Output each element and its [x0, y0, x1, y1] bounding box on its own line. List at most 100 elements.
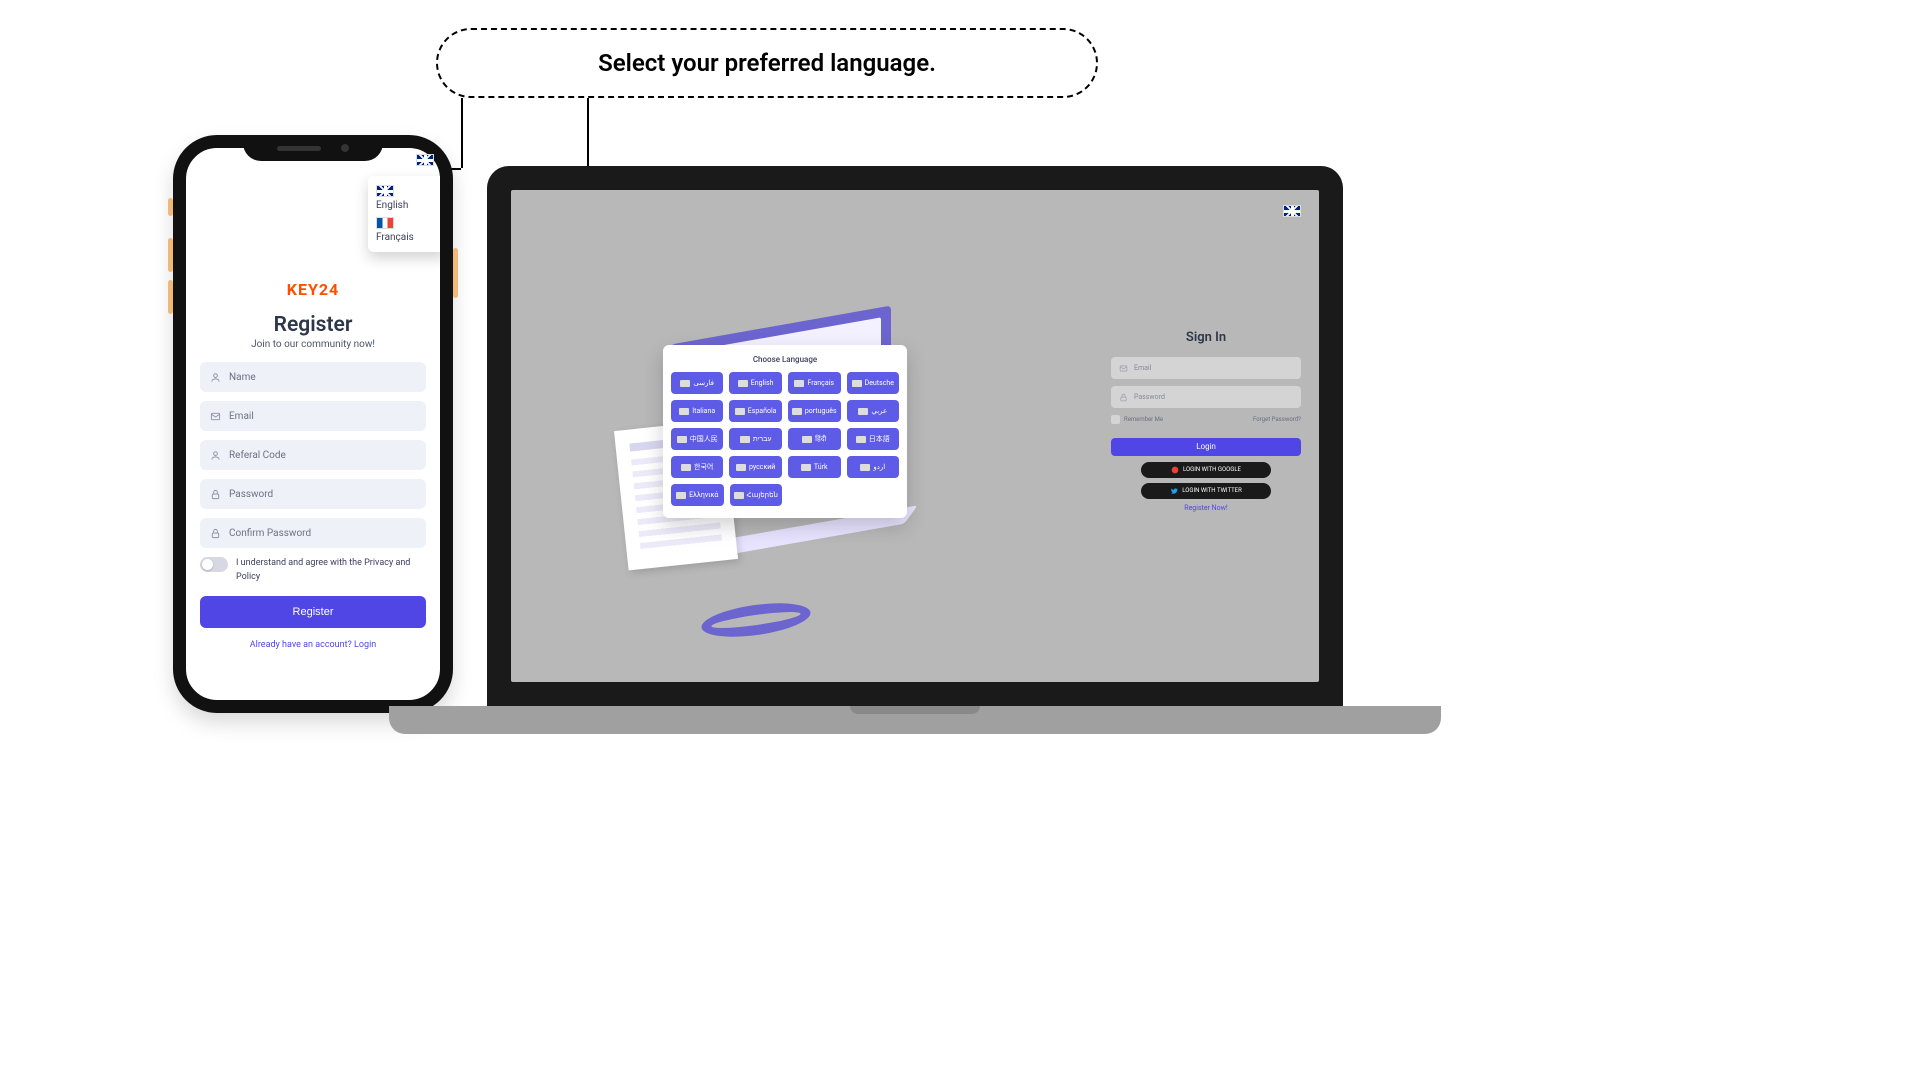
- flag-icon: [794, 380, 804, 387]
- language-option[interactable]: عربي: [847, 400, 899, 422]
- language-option[interactable]: Ελληνικά: [671, 484, 724, 506]
- already-have-account-link[interactable]: Already have an account? Login: [200, 640, 426, 650]
- language-option-english[interactable]: English: [376, 182, 438, 214]
- language-option[interactable]: 中国人民: [671, 428, 723, 450]
- flag-icon: [802, 436, 812, 443]
- choose-language-modal: Choose Language فارسی English Français D…: [663, 345, 907, 518]
- phone-side-button: [453, 248, 458, 298]
- placeholder: Confirm Password: [229, 528, 311, 539]
- language-option[interactable]: Türk: [788, 456, 841, 478]
- login-button[interactable]: Login: [1111, 438, 1301, 456]
- flag-icon: [676, 492, 686, 499]
- connector-line: [461, 98, 463, 168]
- phone-mockup: English Français KEY24 Register Join to …: [173, 135, 453, 713]
- language-option[interactable]: русский: [729, 456, 781, 478]
- language-option[interactable]: Española: [729, 400, 781, 422]
- flag-icon: [736, 464, 746, 471]
- agree-text: I understand and agree with the Privacy …: [236, 557, 426, 584]
- flag-icon: [801, 464, 811, 471]
- language-option[interactable]: Italiana: [671, 400, 723, 422]
- modal-title: Choose Language: [671, 355, 899, 364]
- confirm-password-field[interactable]: Confirm Password: [200, 518, 426, 548]
- flag-icon: [856, 436, 866, 443]
- logo: KEY24: [200, 280, 426, 299]
- flag-icon: [740, 436, 750, 443]
- placeholder: Password: [229, 489, 273, 500]
- flag-icon: [734, 492, 744, 499]
- flag-icon: [738, 380, 748, 387]
- language-option[interactable]: فارسی: [671, 372, 723, 394]
- lock-icon: [210, 528, 221, 539]
- google-icon: [1171, 466, 1179, 474]
- email-field[interactable]: Email: [200, 401, 426, 431]
- language-option[interactable]: 한국어: [671, 456, 723, 478]
- password-field[interactable]: Password: [200, 479, 426, 509]
- flag-icon: [858, 408, 868, 415]
- language-option[interactable]: Français: [788, 372, 841, 394]
- language-option[interactable]: Հայերեն: [730, 484, 783, 506]
- remember-forget-row: Remember Me Forget Password?: [1111, 415, 1301, 424]
- register-now-link[interactable]: Register Now!: [1111, 504, 1301, 512]
- mail-icon: [1119, 364, 1128, 373]
- placeholder: Referal Code: [229, 450, 286, 461]
- flag-icon: [681, 464, 691, 471]
- laptop-frame: Choose Language فارسی English Français D…: [487, 166, 1343, 706]
- language-option[interactable]: português: [788, 400, 841, 422]
- flag-icon: [852, 380, 862, 387]
- uk-flag-icon: [376, 185, 394, 197]
- signin-panel: Sign In Email Password Remember Me Forge…: [1111, 212, 1301, 512]
- language-popover: English Français: [368, 176, 440, 252]
- language-selector[interactable]: [1283, 202, 1301, 221]
- flag-icon: [792, 408, 802, 415]
- flag-icon: [680, 380, 690, 387]
- twitter-icon: [1170, 487, 1178, 495]
- register-title: Register: [200, 313, 426, 337]
- flag-icon: [735, 408, 745, 415]
- agree-row: I understand and agree with the Privacy …: [200, 557, 426, 584]
- email-field[interactable]: Email: [1111, 357, 1301, 379]
- language-option-francais[interactable]: Français: [376, 214, 438, 246]
- phone-side-button: [168, 198, 173, 216]
- language-grid: فارسی English Français Deutsche Italiana…: [671, 372, 899, 478]
- lock-icon: [1119, 393, 1128, 402]
- forget-password-link[interactable]: Forget Password?: [1253, 416, 1301, 423]
- flag-icon: [677, 436, 687, 443]
- remember-label: Remember Me: [1124, 416, 1163, 423]
- language-label: Français: [376, 232, 438, 243]
- remember-checkbox[interactable]: [1111, 415, 1120, 424]
- password-field[interactable]: Password: [1111, 386, 1301, 408]
- instruction-bubble: Select your preferred language.: [436, 28, 1098, 98]
- placeholder: Email: [229, 411, 254, 422]
- register-subtitle: Join to our community now!: [200, 339, 426, 350]
- user-icon: [210, 450, 221, 461]
- signin-title: Sign In: [1111, 330, 1301, 345]
- phone-side-button: [168, 280, 173, 314]
- laptop-screen: Choose Language فارسی English Français D…: [511, 190, 1319, 682]
- phone-screen: English Français KEY24 Register Join to …: [186, 148, 440, 700]
- placeholder: Name: [229, 372, 256, 383]
- laptop-mockup: Choose Language فارسی English Français D…: [487, 166, 1343, 734]
- uk-flag-icon: [1283, 205, 1301, 217]
- placeholder: Password: [1134, 393, 1165, 401]
- login-google-button[interactable]: LOGIN WITH GOOGLE: [1141, 462, 1271, 478]
- language-option[interactable]: English: [729, 372, 781, 394]
- language-option[interactable]: 日本語: [847, 428, 899, 450]
- name-field[interactable]: Name: [200, 362, 426, 392]
- login-twitter-button[interactable]: LOGIN WITH TWITTER: [1141, 483, 1271, 499]
- mail-icon: [210, 411, 221, 422]
- language-selector[interactable]: [416, 154, 434, 166]
- phone-side-button: [168, 238, 173, 272]
- agree-toggle[interactable]: [200, 557, 228, 572]
- language-option[interactable]: עברית: [729, 428, 781, 450]
- uk-flag-icon: [416, 154, 434, 166]
- flag-icon: [860, 464, 870, 471]
- language-option[interactable]: اردو: [847, 456, 899, 478]
- lock-icon: [210, 489, 221, 500]
- referal-field[interactable]: Referal Code: [200, 440, 426, 470]
- language-label: English: [376, 200, 438, 211]
- language-option[interactable]: Deutsche: [847, 372, 899, 394]
- user-icon: [210, 372, 221, 383]
- laptop-base: [389, 706, 1441, 734]
- register-button[interactable]: Register: [200, 596, 426, 628]
- language-option[interactable]: हिंदी: [788, 428, 841, 450]
